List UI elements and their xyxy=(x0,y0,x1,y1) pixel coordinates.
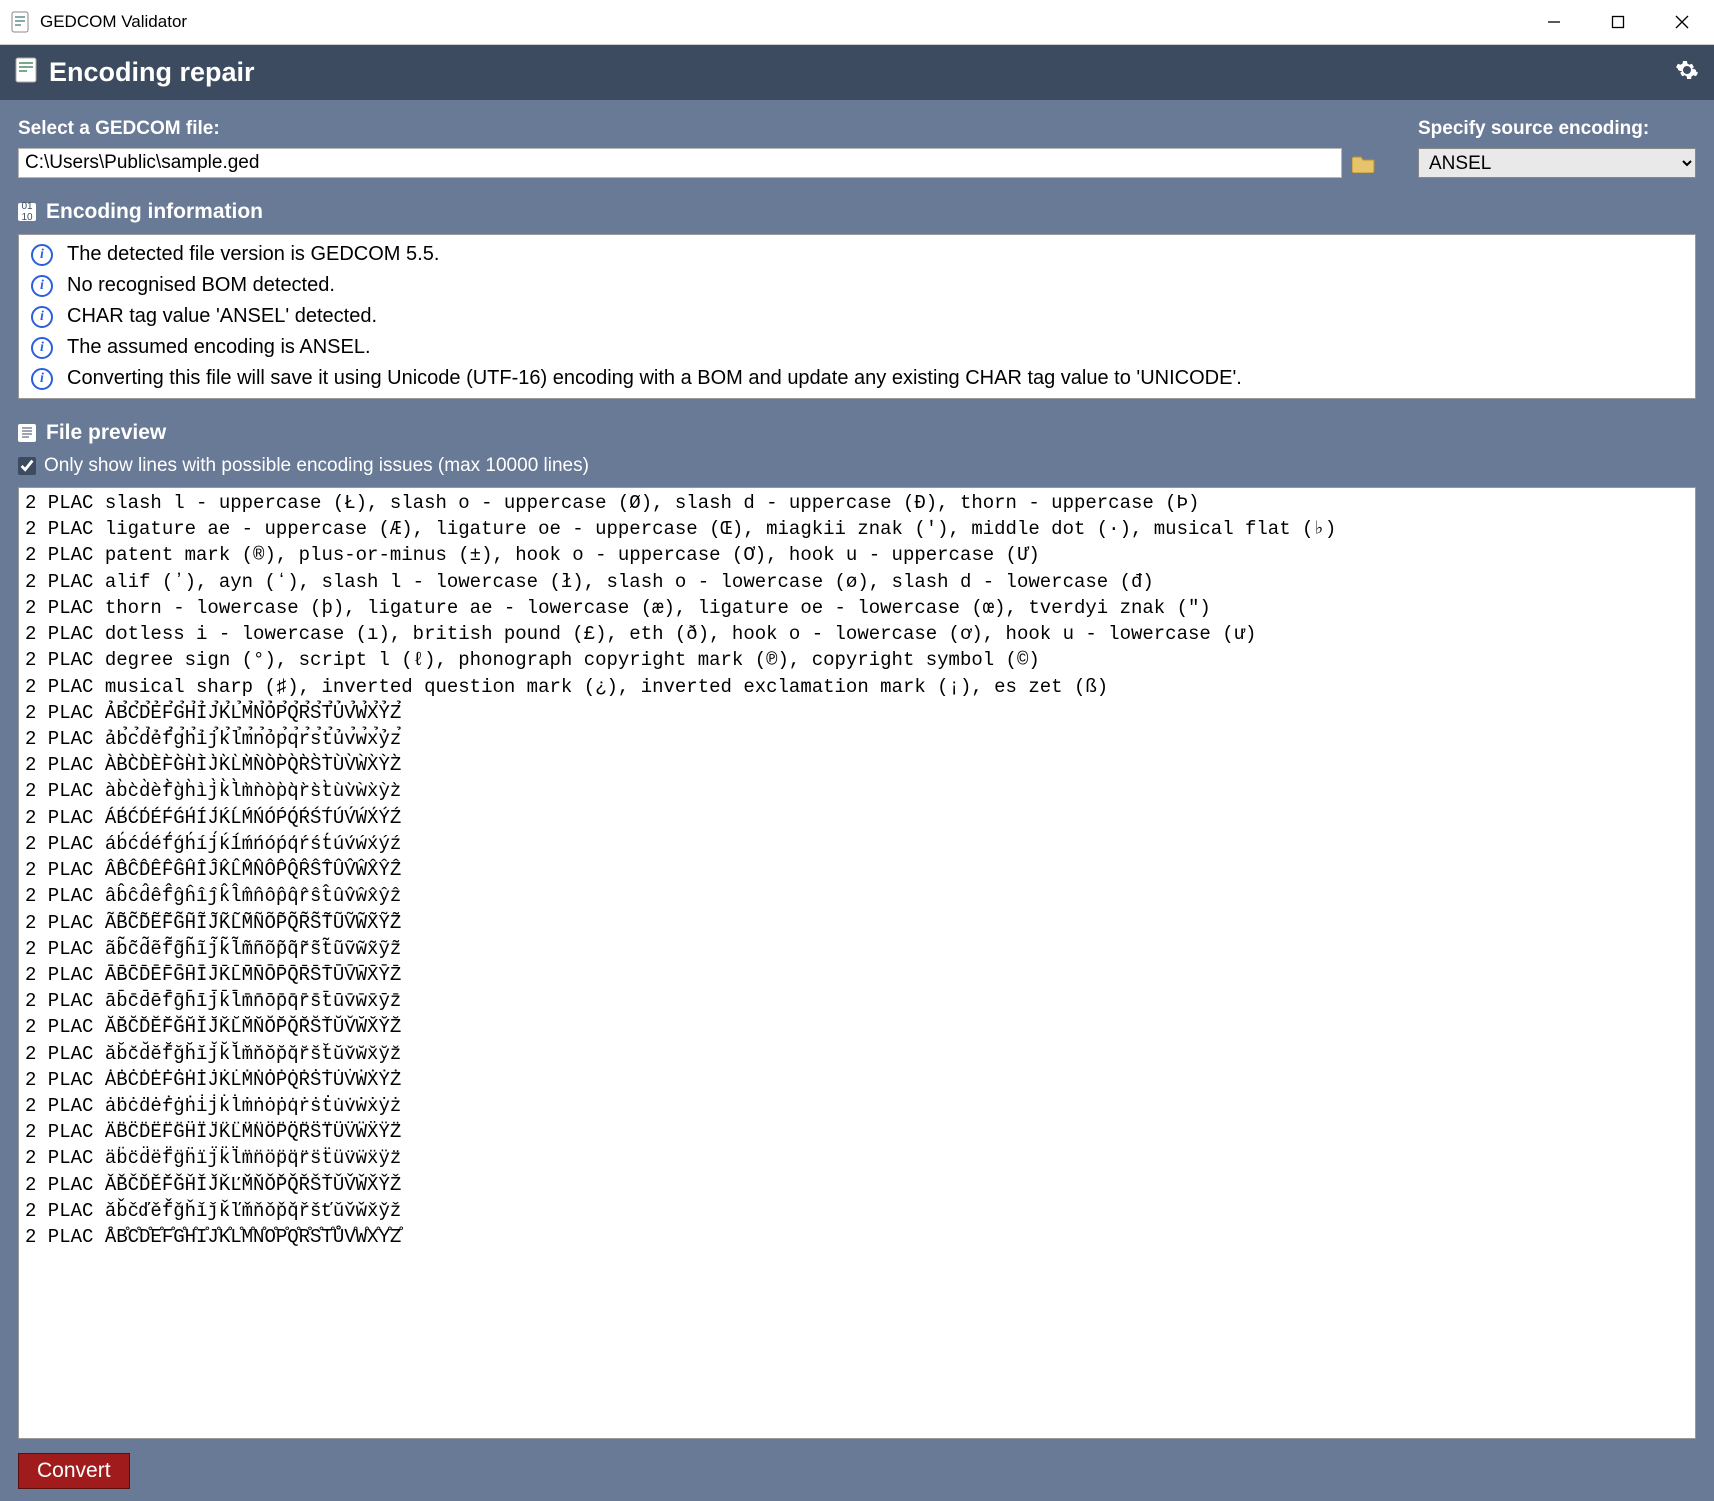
info-icon: i xyxy=(31,337,53,359)
filter-row[interactable]: Only show lines with possible encoding i… xyxy=(18,455,1696,477)
encoding-select-label: Specify source encoding: xyxy=(1418,118,1696,140)
encoding-info-title: Encoding information xyxy=(46,200,263,224)
gear-icon[interactable] xyxy=(1675,58,1699,87)
banner-title: Encoding repair xyxy=(49,57,1675,88)
info-icon: i xyxy=(31,368,53,390)
window-title: GEDCOM Validator xyxy=(40,12,1522,32)
close-button[interactable] xyxy=(1650,0,1714,44)
browse-folder-button[interactable] xyxy=(1350,149,1378,177)
info-line: i The detected file version is GEDCOM 5.5… xyxy=(31,243,1683,266)
encoding-info-panel: i The detected file version is GEDCOM 5.5… xyxy=(18,234,1696,399)
convert-button[interactable]: Convert xyxy=(18,1453,130,1489)
filter-checkbox[interactable] xyxy=(18,457,36,475)
encoding-select[interactable]: ANSEL xyxy=(1418,148,1696,178)
file-preview-title: File preview xyxy=(46,421,166,445)
info-section-icon: 0110 xyxy=(18,203,36,221)
body: Select a GEDCOM file: Specify source enc… xyxy=(0,100,1714,1501)
banner: Encoding repair xyxy=(0,45,1714,100)
info-icon: i xyxy=(31,244,53,266)
info-text: The detected file version is GEDCOM 5.5. xyxy=(67,243,439,266)
info-line: i The assumed encoding is ANSEL. xyxy=(31,336,1683,359)
encoding-column: Specify source encoding: ANSEL xyxy=(1418,118,1696,178)
info-icon: i xyxy=(31,306,53,328)
preview-section-icon xyxy=(18,424,36,442)
file-preview-box[interactable]: 2 PLAC slash l - uppercase (Ł), slash o … xyxy=(18,487,1696,1439)
file-column: Select a GEDCOM file: xyxy=(18,118,1378,178)
filter-label: Only show lines with possible encoding i… xyxy=(44,455,589,477)
encoding-info-header: 0110 Encoding information xyxy=(18,200,1696,224)
file-select-label: Select a GEDCOM file: xyxy=(18,118,1378,140)
top-row: Select a GEDCOM file: Specify source enc… xyxy=(18,118,1696,178)
file-row xyxy=(18,148,1378,178)
info-line: i CHAR tag value 'ANSEL' detected. xyxy=(31,305,1683,328)
maximize-button[interactable] xyxy=(1586,0,1650,44)
info-text: The assumed encoding is ANSEL. xyxy=(67,336,371,359)
file-path-input[interactable] xyxy=(18,148,1342,178)
file-preview-header: File preview xyxy=(18,421,1696,445)
titlebar: GEDCOM Validator xyxy=(0,0,1714,45)
info-icon: i xyxy=(31,275,53,297)
app-icon xyxy=(10,10,30,34)
info-text: No recognised BOM detected. xyxy=(67,274,335,297)
window-controls xyxy=(1522,0,1714,44)
minimize-button[interactable] xyxy=(1522,0,1586,44)
info-line: i No recognised BOM detected. xyxy=(31,274,1683,297)
encoding-repair-icon xyxy=(15,57,37,88)
info-text: CHAR tag value 'ANSEL' detected. xyxy=(67,305,377,328)
info-text: Converting this file will save it using … xyxy=(67,367,1242,390)
info-line: i Converting this file will save it using… xyxy=(31,367,1683,390)
